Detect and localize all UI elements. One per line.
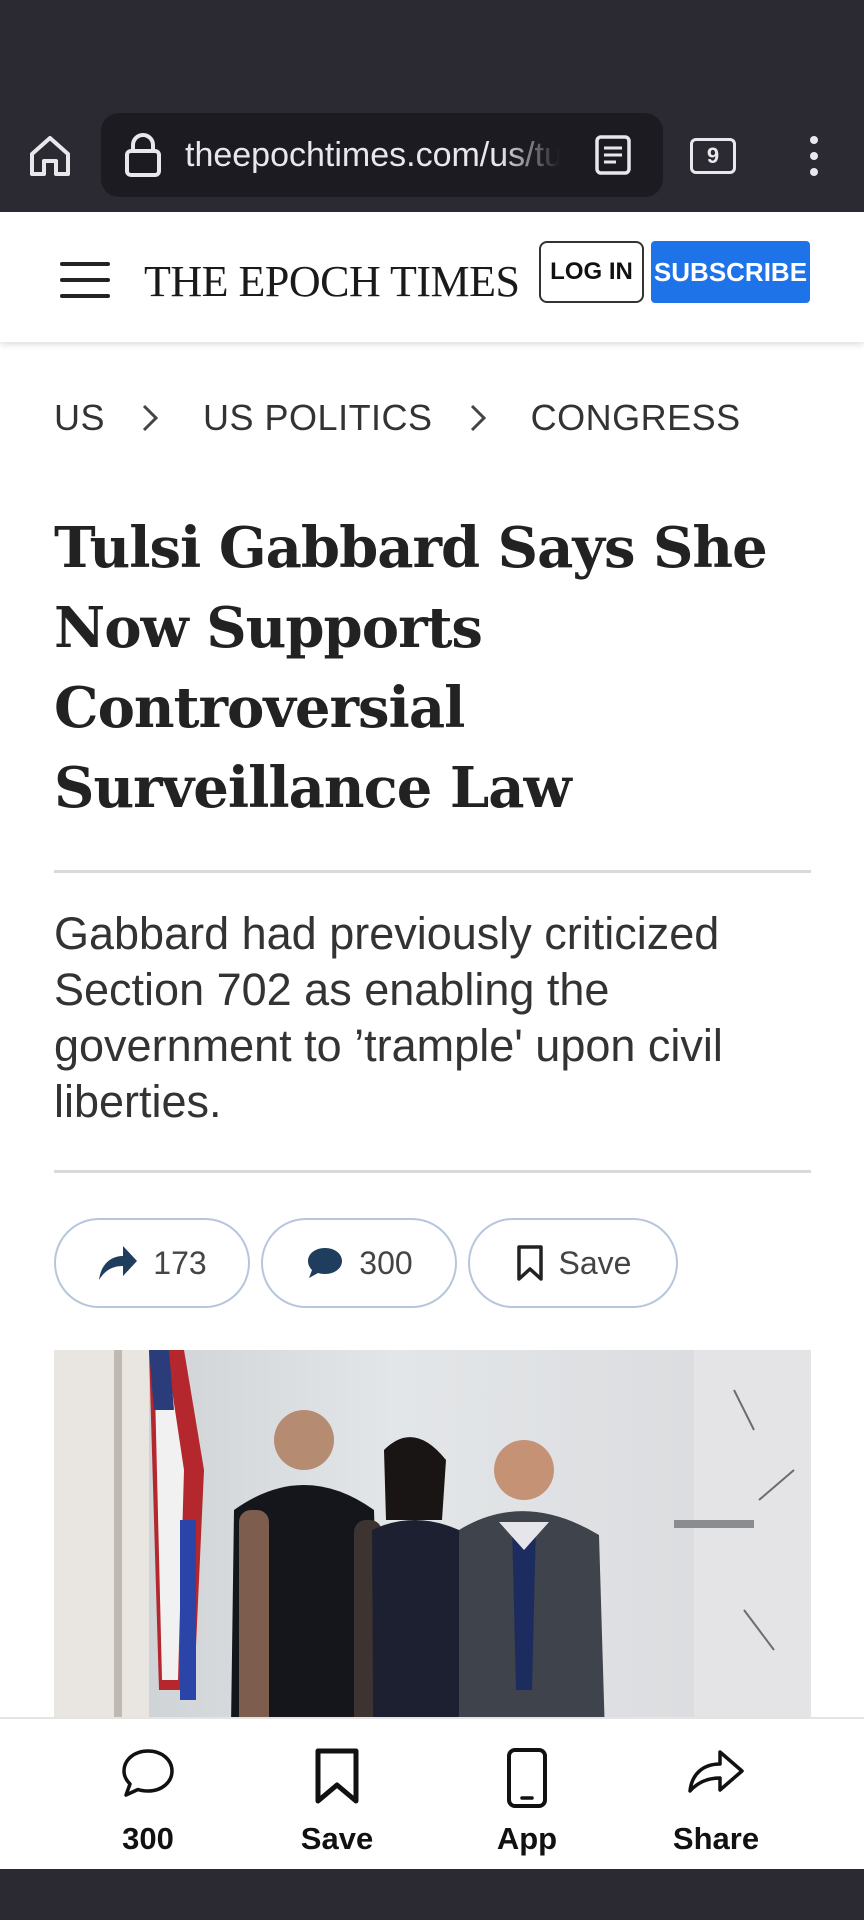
breadcrumb-item-us-politics[interactable]: US POLITICS bbox=[203, 397, 433, 439]
breadcrumb-item-us[interactable]: US bbox=[54, 397, 105, 439]
login-button[interactable]: LOG IN bbox=[539, 241, 644, 303]
chevron-right-icon bbox=[470, 404, 486, 432]
comment-count: 300 bbox=[359, 1244, 413, 1281]
web-page: THE EPOCH TIMES LOG IN SUBSCRIBE US US P… bbox=[0, 212, 864, 1868]
site-logo[interactable]: THE EPOCH TIMES bbox=[144, 252, 520, 312]
bookmark-icon bbox=[516, 1245, 543, 1281]
browser-toolbar: theepochtimes.com/us/tulsi-gabbard-says-… bbox=[0, 100, 864, 212]
share-arrow-icon bbox=[99, 1246, 138, 1280]
comment-bubble-icon bbox=[308, 1248, 343, 1278]
lock-icon[interactable] bbox=[121, 131, 165, 179]
article-actions: 173 300 Save bbox=[54, 1218, 678, 1308]
home-icon[interactable] bbox=[24, 130, 76, 182]
bottom-action-bar: 300 Save App Share bbox=[0, 1717, 864, 1869]
bottom-app-button[interactable]: App bbox=[447, 1719, 607, 1871]
url-bar[interactable]: theepochtimes.com/us/tulsi-gabbard-says-… bbox=[101, 113, 663, 197]
article-headline: Tulsi Gabbard Says She Now Supports Cont… bbox=[54, 515, 768, 821]
bookmark-icon bbox=[315, 1748, 359, 1804]
bottom-comments-label: 300 bbox=[122, 1821, 174, 1856]
bottom-share-label: Share bbox=[672, 1821, 760, 1856]
article-subhead: Gabbard had previously criticized Sectio… bbox=[54, 908, 723, 1127]
share-count-button[interactable]: 173 bbox=[54, 1218, 250, 1308]
bottom-save-button[interactable]: Save bbox=[257, 1719, 417, 1871]
overflow-menu-icon[interactable] bbox=[800, 132, 828, 180]
subscribe-button[interactable]: SUBSCRIBE bbox=[651, 241, 810, 303]
url-text[interactable]: theepochtimes.com/us/tulsi-gabbard-says-… bbox=[185, 135, 560, 175]
share-count: 173 bbox=[153, 1244, 207, 1281]
divider bbox=[54, 870, 811, 873]
bottom-comments-button[interactable]: 300 bbox=[68, 1719, 228, 1871]
bottom-app-label: App bbox=[496, 1821, 558, 1856]
hamburger-menu-icon[interactable] bbox=[60, 262, 110, 298]
site-header: THE EPOCH TIMES LOG IN SUBSCRIBE bbox=[0, 212, 864, 342]
save-label: Save bbox=[558, 1244, 632, 1281]
comment-bubble-icon bbox=[122, 1749, 174, 1797]
save-button[interactable]: Save bbox=[468, 1218, 678, 1308]
breadcrumb: US US POLITICS CONGRESS bbox=[54, 388, 741, 448]
share-arrow-icon bbox=[688, 1750, 744, 1793]
phone-icon bbox=[507, 1748, 547, 1808]
chevron-right-icon bbox=[142, 404, 159, 432]
bottom-share-button[interactable]: Share bbox=[636, 1719, 796, 1871]
breadcrumb-item-congress[interactable]: CONGRESS bbox=[531, 397, 741, 439]
divider bbox=[54, 1170, 811, 1173]
comment-count-button[interactable]: 300 bbox=[261, 1218, 457, 1308]
status-bar bbox=[0, 0, 864, 100]
tab-count-button[interactable]: 9 bbox=[690, 138, 736, 174]
reader-view-icon[interactable] bbox=[591, 133, 635, 177]
bottom-save-label: Save bbox=[300, 1821, 374, 1856]
system-nav-bar bbox=[0, 1869, 864, 1920]
